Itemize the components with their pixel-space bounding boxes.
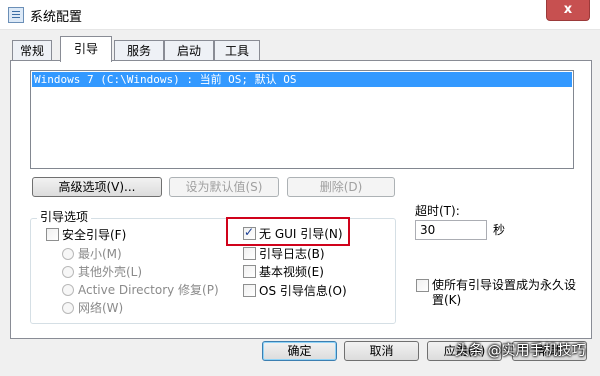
timeout-unit: 秒 [493, 223, 506, 237]
tab-boot[interactable]: 引导 [60, 36, 112, 62]
tab-startup[interactable]: 启动 [164, 40, 214, 61]
radio-network[interactable] [62, 302, 74, 314]
tab-tools[interactable]: 工具 [214, 40, 260, 61]
os-list-item[interactable]: Windows 7 (C:\Windows) : 当前 OS; 默认 OS [32, 72, 572, 87]
safe-boot-label: 安全引导(F) [62, 228, 127, 242]
title-bar: 系统配置 x [0, 0, 600, 30]
radio-ad-repair[interactable] [62, 284, 74, 296]
delete-button[interactable]: 删除(D) [287, 177, 395, 197]
system-config-window: 系统配置 x 常规 引导 服务 启动 工具 Windows 7 (C:\Wind… [0, 0, 600, 376]
os-list[interactable]: Windows 7 (C:\Windows) : 当前 OS; 默认 OS [30, 70, 574, 169]
tab-general[interactable]: 常规 [12, 40, 52, 61]
no-gui-boot-label: 无 GUI 引导(N) [259, 227, 343, 241]
window-title: 系统配置 [30, 10, 83, 25]
set-default-button[interactable]: 设为默认值(S) [169, 177, 279, 197]
tab-services[interactable]: 服务 [114, 40, 164, 61]
boot-options-title: 引导选项 [37, 208, 92, 225]
timeout-input[interactable]: 30 [415, 220, 487, 240]
timeout-label: 超时(T): [415, 204, 460, 218]
boot-log-checkbox[interactable] [243, 247, 256, 260]
make-permanent-checkbox[interactable] [416, 279, 429, 292]
system-config-icon [8, 7, 24, 23]
radio-network-label: 网络(W) [78, 301, 124, 315]
cancel-button[interactable]: 取消 [344, 341, 419, 361]
os-boot-info-checkbox[interactable] [243, 284, 256, 297]
advanced-options-button[interactable]: 高级选项(V)... [32, 177, 162, 197]
ok-button[interactable]: 确定 [262, 341, 337, 361]
os-boot-info-label: OS 引导信息(O) [259, 284, 347, 298]
radio-alternate-shell-label: 其他外壳(L) [78, 265, 143, 279]
no-gui-boot-checkbox[interactable] [243, 225, 256, 240]
safe-boot-checkbox[interactable] [46, 228, 59, 241]
make-permanent-label: 使所有引导设置成为永久设置(K) [432, 278, 577, 307]
close-button[interactable]: x [546, 0, 590, 21]
radio-ad-repair-label: Active Directory 修复(P) [78, 283, 219, 297]
base-video-label: 基本视频(E) [259, 265, 324, 279]
watermark: 头条 @实用手机技巧 [455, 343, 586, 359]
radio-minimal[interactable] [62, 248, 74, 260]
boot-log-label: 引导日志(B) [259, 247, 325, 261]
radio-alternate-shell[interactable] [62, 266, 74, 278]
base-video-checkbox[interactable] [243, 265, 256, 278]
radio-minimal-label: 最小(M) [78, 247, 122, 261]
